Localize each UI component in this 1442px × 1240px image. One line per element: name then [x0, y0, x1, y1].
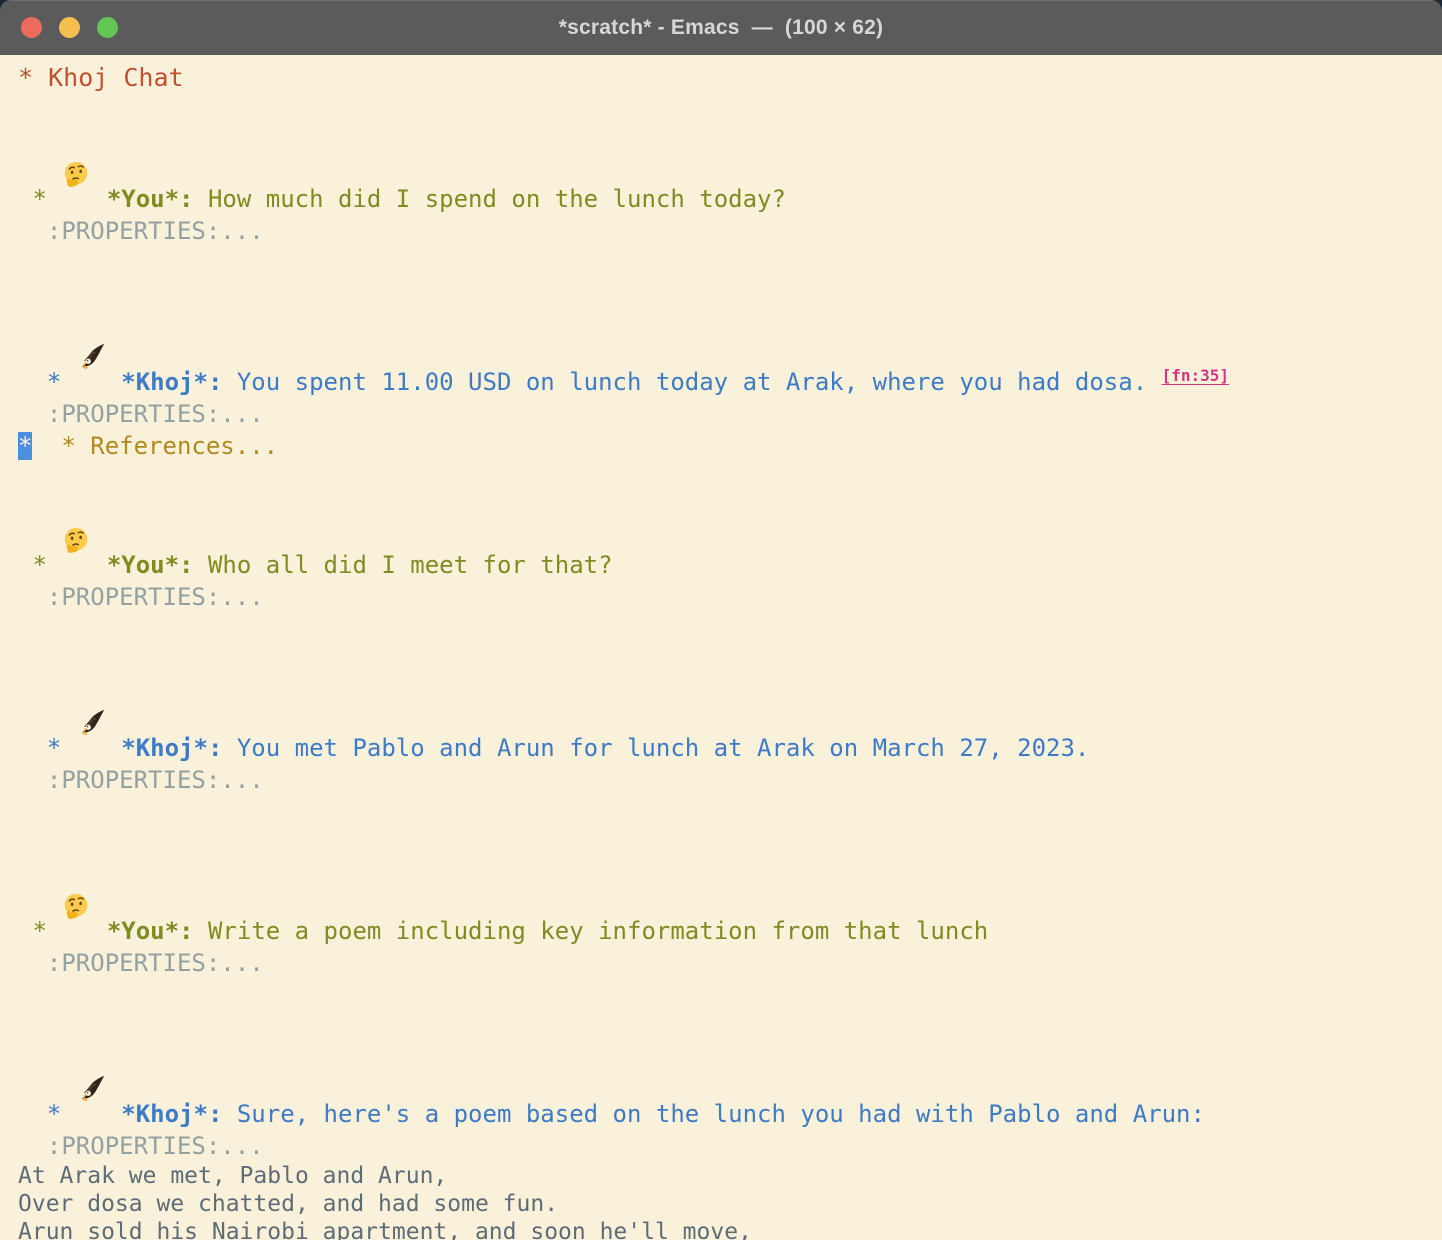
speaker-you-label: *You*:: [107, 185, 194, 213]
references-heading[interactable]: * References...: [61, 432, 278, 460]
blank-line: [18, 613, 1442, 645]
poem-text: Arun sold his Nairobi apartment, and soo…: [18, 1219, 752, 1240]
properties-line: :PROPERTIES:...: [18, 764, 1442, 796]
blank-line: [18, 979, 1442, 1011]
emacs-window: *scratch* - Emacs — (100 × 62) * Khoj Ch…: [0, 0, 1442, 1240]
khoj-message-line: * *Khoj*: You met Pablo and Arun for lun…: [18, 645, 1442, 764]
khoj-message-line: * *Khoj*: You spent 11.00 USD on lunch t…: [18, 279, 1442, 398]
text-cursor: *: [18, 432, 32, 460]
you-message-line: * *You*: Who all did I meet for that?: [18, 462, 1442, 581]
text-run: *: [18, 368, 76, 396]
text-run: *: [18, 185, 61, 213]
eagle-icon: [77, 279, 105, 307]
text-run: *: [18, 917, 61, 945]
title-bar[interactable]: *scratch* - Emacs — (100 × 62): [0, 0, 1442, 55]
message-text: How much did I spend on the lunch today?: [194, 185, 786, 213]
text-run: [92, 551, 106, 579]
thinking-face-icon: [62, 462, 90, 490]
speaker-khoj-label: *Khoj*:: [121, 368, 222, 396]
minimize-button[interactable]: [59, 17, 80, 38]
properties-line: :PROPERTIES:...: [18, 398, 1442, 430]
speaker-you-label: *You*:: [107, 551, 194, 579]
body-text-line: At Arak we met, Pablo and Arun,: [18, 1162, 1442, 1190]
properties-line: :PROPERTIES:...: [18, 581, 1442, 613]
you-message-line: * *You*: How much did I spend on the lun…: [18, 96, 1442, 215]
properties-drawer[interactable]: :PROPERTIES:...: [18, 949, 264, 977]
poem-text: At Arak we met, Pablo and Arun,: [18, 1163, 447, 1189]
properties-drawer[interactable]: :PROPERTIES:...: [18, 1132, 264, 1160]
references-line: * * References...: [18, 430, 1442, 462]
text-run: [107, 734, 121, 762]
properties-drawer[interactable]: :PROPERTIES:...: [18, 400, 264, 428]
thinking-face-icon: [62, 96, 90, 124]
poem-text: Over dosa we chatted, and had some fun.: [18, 1191, 558, 1217]
text-run: [92, 185, 106, 213]
message-text: Sure, here's a poem based on the lunch y…: [222, 1100, 1205, 1128]
window-title: *scratch* - Emacs — (100 × 62): [559, 16, 884, 40]
message-text: Write a poem including key information f…: [194, 917, 989, 945]
speaker-khoj-label: *Khoj*:: [121, 734, 222, 762]
speaker-khoj-label: *Khoj*:: [121, 1100, 222, 1128]
text-run: *: [18, 551, 61, 579]
body-text-line: Over dosa we chatted, and had some fun.: [18, 1190, 1442, 1218]
eagle-icon: [77, 1011, 105, 1039]
text-run: [107, 368, 121, 396]
message-text: You met Pablo and Arun for lunch at Arak…: [222, 734, 1089, 762]
properties-line: :PROPERTIES:...: [18, 947, 1442, 979]
body-text-line: Arun sold his Nairobi apartment, and soo…: [18, 1218, 1442, 1240]
blank-line: [18, 796, 1442, 828]
khoj-message-line: * *Khoj*: Sure, here's a poem based on t…: [18, 1011, 1442, 1130]
properties-drawer[interactable]: :PROPERTIES:...: [18, 217, 264, 245]
close-button[interactable]: [21, 17, 42, 38]
properties-line: :PROPERTIES:...: [18, 1130, 1442, 1162]
footnote-link[interactable]: [fn:35]: [1162, 366, 1229, 385]
message-text: You spent 11.00 USD on lunch today at Ar…: [222, 368, 1161, 396]
text-run: [32, 432, 61, 460]
text-run: *: [18, 734, 76, 762]
properties-line: :PROPERTIES:...: [18, 215, 1442, 247]
message-text: Who all did I meet for that?: [194, 551, 613, 579]
speaker-you-label: *You*:: [107, 917, 194, 945]
chat-title-heading: * Khoj Chat: [18, 63, 184, 92]
blank-line: [18, 247, 1442, 279]
eagle-icon: [77, 645, 105, 673]
properties-drawer[interactable]: :PROPERTIES:...: [18, 766, 264, 794]
properties-drawer[interactable]: :PROPERTIES:...: [18, 583, 264, 611]
zoom-button[interactable]: [97, 17, 118, 38]
text-run: [107, 1100, 121, 1128]
editor-buffer[interactable]: * Khoj Chat * *You*: How much did I spen…: [0, 55, 1442, 1240]
text-run: *: [18, 1100, 76, 1128]
you-message-line: * *You*: Write a poem including key info…: [18, 828, 1442, 947]
text-run: [92, 917, 106, 945]
traffic-lights: [21, 0, 118, 55]
thinking-face-icon: [62, 828, 90, 856]
chat-title-line: * Khoj Chat: [18, 60, 1442, 96]
